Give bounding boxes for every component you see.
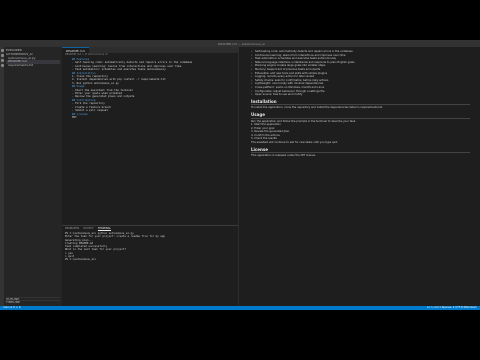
bottom-panel: PROBLEMS OUTPUT TERMINAL PS C:\autonomou… xyxy=(62,225,238,306)
terminal-line: PS C:\autonomous_ai> xyxy=(65,258,97,262)
timeline-section[interactable]: TIMELINE xyxy=(6,300,60,304)
editor: README.md README.md > # Autonomous AI ##… xyxy=(62,47,238,225)
terminal[interactable]: PS C:\autonomous_ai> python autonomous_a… xyxy=(62,231,238,263)
status-left[interactable]: main ⊗ 0 ⚠ 0 xyxy=(3,306,21,310)
code-line: MIT xyxy=(72,115,77,119)
app-window: README.md — autonomous_ai EXPLORER AUTON… xyxy=(0,40,480,310)
divider xyxy=(251,152,470,154)
usage-outro: The assistant will continue to ask for n… xyxy=(251,141,338,145)
usage-heading: Usage xyxy=(251,111,265,117)
divider xyxy=(251,117,470,119)
code-area[interactable]: ## Features - Self-healing code: automati… xyxy=(62,57,238,119)
markdown-preview: Self-healing code: automatically detects… xyxy=(238,47,480,306)
title-bar: README.md — autonomous_ai xyxy=(0,40,480,47)
usage-steps: 1. Start the application 2. Enter your go… xyxy=(251,123,470,141)
status-bar: main ⊗ 0 ⚠ 0 Ln 1, Col 1 Spaces: 4 UTF-8… xyxy=(0,306,480,310)
divider xyxy=(251,104,470,106)
feature-list: Self-healing code: automatically detects… xyxy=(251,50,470,97)
feature-item: Open source: free to use and modify xyxy=(251,93,470,97)
window-title: README.md — autonomous_ai xyxy=(218,41,265,46)
license-heading: License xyxy=(251,146,268,152)
file-item[interactable]: requirements.txt xyxy=(6,64,60,68)
explorer-sidebar: EXPLORER AUTONOMOUS_AI autonomous_ai.py … xyxy=(4,47,62,306)
tab-terminal[interactable]: TERMINAL xyxy=(97,226,111,231)
status-right[interactable]: Ln 1, Col 1 Spaces: 4 UTF-8 Markdown xyxy=(427,306,477,310)
license-text: This application is released under the M… xyxy=(251,154,316,158)
tab-problems[interactable]: PROBLEMS xyxy=(65,226,79,231)
tab-output[interactable]: OUTPUT xyxy=(83,226,94,231)
installation-text: To install the application, clone the re… xyxy=(251,106,383,110)
installation-heading: Installation xyxy=(251,98,277,104)
